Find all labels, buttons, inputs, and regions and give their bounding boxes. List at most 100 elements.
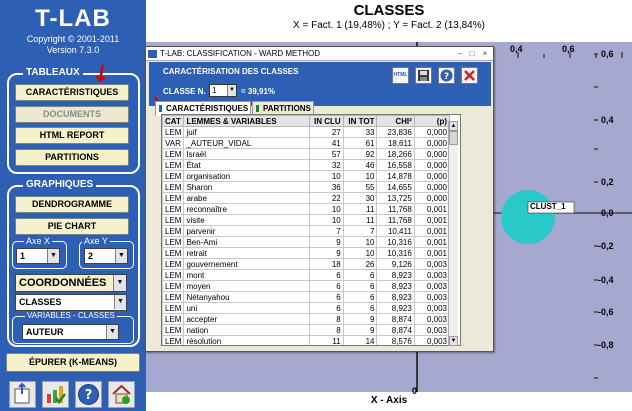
dialog-titlebar[interactable]: T-LAB: CLASSIFICATION - WARD METHOD – □ … bbox=[146, 47, 493, 61]
x-tick-label: 0,4 bbox=[510, 44, 523, 54]
axe-x-select[interactable]: 1 ▼ bbox=[16, 248, 60, 264]
table-row[interactable]: LEM juif 27 33 23,836 0,000 bbox=[162, 126, 451, 138]
table-row[interactable]: LEM accepter 8 9 8,874 0,003 bbox=[162, 313, 451, 325]
table-cell: 0,003 bbox=[413, 313, 451, 325]
table-row[interactable]: LEM organisation 10 10 14,878 0,000 bbox=[162, 170, 451, 182]
scroll-thumb[interactable] bbox=[449, 131, 458, 145]
table-row[interactable]: LEM Ben-Ami 9 10 10,316 0,001 bbox=[162, 236, 451, 248]
table-body: LEM juif 27 33 23,836 0,000 VAR _AUTEUR_VIDAL 41… bbox=[162, 126, 451, 345]
col-p[interactable]: (p) bbox=[413, 115, 451, 127]
table-cell: 16,558 bbox=[376, 159, 415, 171]
axe-y-select[interactable]: 2 ▼ bbox=[84, 248, 128, 264]
table-row[interactable]: LEM moyen 6 6 8,923 0,003 bbox=[162, 280, 451, 292]
html-icon[interactable]: HTML bbox=[392, 67, 409, 84]
coordonnees-select[interactable]: COORDONNÉES ▼ bbox=[15, 274, 127, 292]
maximize-icon[interactable]: □ bbox=[466, 49, 478, 59]
table-cell: 8,576 bbox=[376, 335, 415, 345]
table-row[interactable]: LEM retrait 9 10 10,316 0,001 bbox=[162, 247, 451, 259]
table-row[interactable]: LEM Israël 57 92 18,266 0,000 bbox=[162, 148, 451, 160]
table-row[interactable]: VAR _AUTEUR_VIDAL 41 61 18,611 0,000 bbox=[162, 137, 451, 149]
table-row[interactable]: LEM reconnaître 10 11 11,768 0,001 bbox=[162, 203, 451, 215]
x-axis-title: X - Axis bbox=[370, 395, 408, 406]
export-icon[interactable] bbox=[9, 381, 36, 408]
table-row[interactable]: LEM Nétanyahou 6 6 8,923 0,003 bbox=[162, 291, 451, 303]
col-in-tot[interactable]: IN TOT bbox=[342, 115, 378, 127]
col-in-clu[interactable]: IN CLU bbox=[308, 115, 344, 127]
caracteristiques-button[interactable]: CARACTÉRISTIQUES bbox=[15, 84, 129, 101]
close-icon[interactable] bbox=[461, 67, 478, 84]
window-close-icon[interactable]: × bbox=[479, 49, 491, 59]
scroll-up-icon[interactable]: ▲ bbox=[449, 121, 458, 131]
table-cell: 55 bbox=[342, 181, 378, 193]
table-cell: 0,003 bbox=[413, 269, 451, 281]
y-tick-label: 0,6 bbox=[601, 49, 614, 59]
tab-label: PARTITIONS bbox=[263, 104, 311, 113]
table-cell: VAR bbox=[162, 137, 185, 149]
cluster-1-bubble[interactable] bbox=[501, 190, 555, 244]
partitions-button[interactable]: PARTITIONS bbox=[15, 149, 129, 166]
pie-chart-button[interactable]: PIE CHART bbox=[15, 218, 129, 235]
table-cell: 61 bbox=[342, 137, 378, 149]
header-title: CARACTÉRISATION DES CLASSES bbox=[163, 67, 299, 76]
table-cell: 14,878 bbox=[376, 170, 415, 182]
table-cell: 0,000 bbox=[413, 192, 451, 204]
table-row[interactable]: LEM arabe 22 30 13,725 0,000 bbox=[162, 192, 451, 204]
chart-check-icon[interactable] bbox=[42, 381, 69, 408]
table-cell: 6 bbox=[308, 280, 344, 292]
tlab-logo: T-LAB bbox=[35, 5, 111, 32]
table-cell: 14 bbox=[342, 335, 378, 345]
coordonnees-value: COORDONNÉES bbox=[19, 277, 107, 289]
save-icon[interactable] bbox=[415, 67, 432, 84]
scroll-down-icon[interactable]: ▼ bbox=[449, 336, 458, 346]
table-cell: 0,003 bbox=[413, 335, 451, 345]
table-scrollbar[interactable]: ▲ ▼ bbox=[448, 121, 458, 346]
y-tick-label: -0,2 bbox=[598, 241, 614, 251]
help-icon[interactable]: ? bbox=[75, 381, 102, 408]
documents-button[interactable]: DOCUMENTS bbox=[15, 106, 129, 123]
table-row[interactable]: LEM visite 10 11 11,768 0,001 bbox=[162, 214, 451, 226]
table-row[interactable]: LEM uni 6 6 8,923 0,003 bbox=[162, 302, 451, 314]
table-cell: 18,266 bbox=[376, 148, 415, 160]
table-cell: 13,725 bbox=[376, 192, 415, 204]
table-cell: 6 bbox=[342, 291, 378, 303]
table-cell: 18 bbox=[308, 258, 344, 270]
table-cell: 8,923 bbox=[376, 269, 415, 281]
table-row[interactable]: LEM État 32 46 16,558 0,000 bbox=[162, 159, 451, 171]
table-row[interactable]: LEM parvenir 7 7 10,411 0,001 bbox=[162, 225, 451, 237]
table-cell: 6 bbox=[308, 291, 344, 303]
table-cell: 11,768 bbox=[376, 214, 415, 226]
col-chi2[interactable]: CHI² bbox=[376, 115, 415, 127]
dendrogramme-button[interactable]: DENDROGRAMME bbox=[15, 196, 129, 213]
html-report-button[interactable]: HTML REPORT bbox=[15, 127, 129, 144]
epurer-kmeans-button[interactable]: ÉPURER (K-MEANS) bbox=[6, 353, 140, 372]
table-cell: Ben-Ami bbox=[183, 236, 310, 248]
table-cell: 30 bbox=[342, 192, 378, 204]
tab-partitions[interactable]: PARTITIONS bbox=[252, 101, 314, 115]
classe-percent: = 39,91% bbox=[241, 87, 276, 96]
table-row[interactable]: LEM résolution 11 14 8,576 0,003 bbox=[162, 335, 451, 345]
table-cell: 8,923 bbox=[376, 291, 415, 303]
home-icon[interactable] bbox=[108, 381, 135, 408]
table-cell: mont bbox=[183, 269, 310, 281]
table-row[interactable]: LEM gouvernement 18 26 9,126 0,003 bbox=[162, 258, 451, 270]
minimize-icon[interactable]: – bbox=[454, 49, 466, 59]
col-cat[interactable]: CAT bbox=[162, 115, 185, 127]
table-row[interactable]: LEM Sharon 36 55 14,655 0,000 bbox=[162, 181, 451, 193]
table-row[interactable]: LEM nation 8 9 8,874 0,003 bbox=[162, 324, 451, 336]
help-icon[interactable]: ? bbox=[438, 67, 455, 84]
table-cell: 9 bbox=[342, 313, 378, 325]
table-cell: 10 bbox=[342, 236, 378, 248]
col-lemmes[interactable]: LEMMES & VARIABLES bbox=[183, 115, 310, 127]
table-cell: LEM bbox=[162, 203, 185, 215]
classes-select[interactable]: CLASSES ▼ bbox=[15, 294, 127, 311]
variables-select[interactable]: AUTEUR ▼ bbox=[22, 324, 119, 340]
table-cell: LEM bbox=[162, 192, 185, 204]
table-cell: 8,874 bbox=[376, 313, 415, 325]
table-cell: LEM bbox=[162, 302, 185, 314]
table-cell: 0,003 bbox=[413, 324, 451, 336]
dialog-header: CARACTÉRISATION DES CLASSES CLASSE N. 1 … bbox=[149, 62, 491, 106]
table-header-row: CAT LEMMES & VARIABLES IN CLU IN TOT CHI… bbox=[162, 115, 451, 127]
classe-select[interactable]: 1 ▼ bbox=[209, 84, 237, 97]
table-row[interactable]: LEM mont 6 6 8,923 0,003 bbox=[162, 269, 451, 281]
table-cell: 0,000 bbox=[413, 159, 451, 171]
